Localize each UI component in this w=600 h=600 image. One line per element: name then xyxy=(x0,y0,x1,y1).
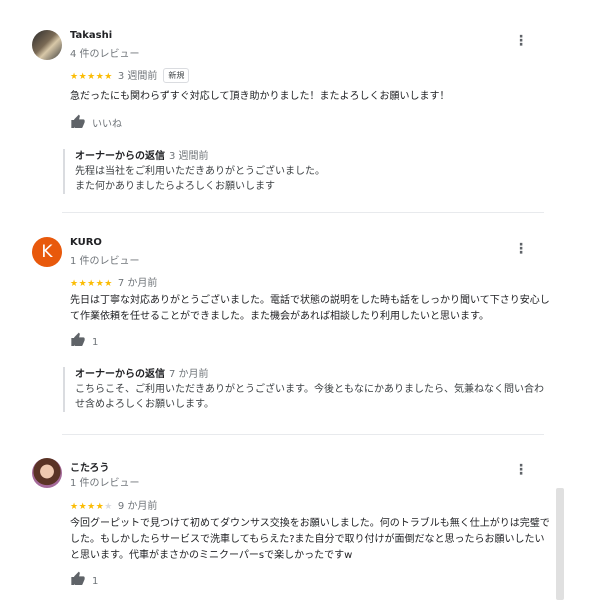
star-rating: ★★★★★ xyxy=(70,279,113,289)
thumb-up-icon xyxy=(71,332,85,346)
thumb-up-icon xyxy=(71,571,85,585)
owner-reply-label: オーナーからの返信 xyxy=(75,369,165,380)
reviewer-name[interactable]: KURO xyxy=(70,237,102,248)
review-text: 今回グーピットで見つけて初めてダウンサス交換をお願いしました。何のトラブルも無く… xyxy=(70,518,550,561)
divider xyxy=(62,212,544,213)
reviewer-name[interactable]: こたろう xyxy=(70,459,109,474)
owner-reply: オーナーからの返信 7 か月前 こちらこそ、ご利用いただきありがとうございます。今… xyxy=(63,367,545,412)
rating-row: ★★★★★ 7 か月前 xyxy=(70,274,157,289)
like-label: いいね xyxy=(92,119,122,130)
review-time: 3 週間前 xyxy=(117,71,158,82)
star-rating: ★★★★★ xyxy=(70,72,113,82)
owner-reply-text: 先程は当社をご利用いただきありがとうございました。 また何かありましたらよろしく… xyxy=(75,166,325,192)
owner-reply-time: 7 か月前 xyxy=(169,369,209,380)
avatar[interactable] xyxy=(32,458,62,488)
new-badge: 新規 xyxy=(163,68,190,83)
review-count[interactable]: 4 件のレビュー xyxy=(70,45,140,60)
like-button[interactable]: いいね xyxy=(70,114,122,130)
owner-reply-text: こちらこそ、ご利用いただきありがとうございます。今後ともなにかありましたら、気兼… xyxy=(75,384,544,410)
like-count: 1 xyxy=(92,576,99,587)
scrollbar[interactable] xyxy=(556,488,564,600)
more-vert-icon[interactable]: ⋮ xyxy=(514,242,528,256)
review-text: 先日は丁寧な対応ありがとうございました。電話で状態の説明をした時も話をしっかり聞… xyxy=(70,295,550,322)
thumb-up-icon xyxy=(71,114,85,128)
owner-reply-header: オーナーからの返信 3 週間前 xyxy=(75,149,545,164)
like-count: 1 xyxy=(92,337,99,348)
more-vert-icon[interactable]: ⋮ xyxy=(514,463,528,477)
owner-reply-label: オーナーからの返信 xyxy=(75,151,165,162)
owner-reply-header: オーナーからの返信 7 か月前 xyxy=(75,367,545,382)
more-vert-icon[interactable]: ⋮ xyxy=(514,34,528,48)
star-rating: ★★★★★ xyxy=(70,502,113,512)
reviewer-name[interactable]: Takashi xyxy=(70,30,112,41)
divider xyxy=(62,434,544,435)
like-button[interactable]: 1 xyxy=(70,332,98,348)
rating-row: ★★★★★ 3 週間前 新規 xyxy=(70,67,190,83)
like-button[interactable]: 1 xyxy=(70,571,98,587)
rating-row: ★★★★★ 9 か月前 xyxy=(70,497,157,512)
review-time: 9 か月前 xyxy=(117,501,158,512)
review-count[interactable]: 1 件のレビュー xyxy=(70,252,140,267)
avatar[interactable]: K xyxy=(32,237,62,267)
review-text: 急だったにも関わらずすぐ対応して頂き助かりました！またよろしくお願いします！ xyxy=(70,91,450,102)
review-count[interactable]: 1 件のレビュー xyxy=(70,474,140,489)
review-time: 7 か月前 xyxy=(117,278,158,289)
owner-reply-time: 3 週間前 xyxy=(169,151,209,162)
owner-reply: オーナーからの返信 3 週間前 先程は当社をご利用いただきありがとうございました。… xyxy=(63,149,545,194)
avatar[interactable] xyxy=(32,30,62,60)
